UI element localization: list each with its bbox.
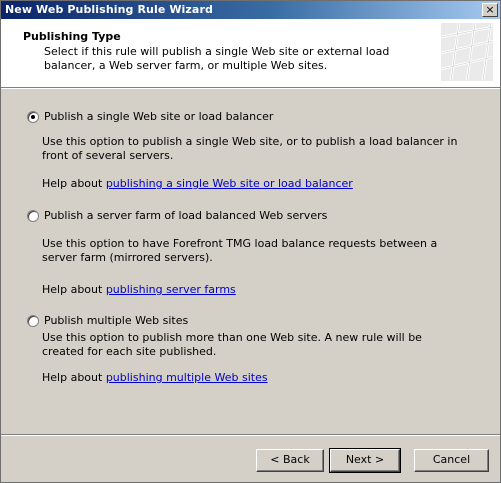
help-prefix: Help about [42,283,106,296]
help-link-multiple-sites[interactable]: publishing multiple Web sites [106,371,268,384]
option-label: Publish multiple Web sites [44,314,189,327]
help-prefix: Help about [42,177,106,190]
page-title: Publishing Type [23,30,121,43]
cancel-button[interactable]: Cancel [414,449,489,472]
option-description: Use this option to have Forefront TMG lo… [42,237,438,264]
help-line: Help about publishing multiple Web sites [42,371,268,384]
help-link-server-farms[interactable]: publishing server farms [106,283,236,296]
help-link-single-site[interactable]: publishing a single Web site or load bal… [106,177,353,190]
close-button[interactable]: × [482,3,498,17]
option-label: Publish a server farm of load balanced W… [44,209,328,222]
page-description: Select if this rule will publish a singl… [44,45,390,72]
help-prefix: Help about [42,371,106,384]
wizard-window: New Web Publishing Rule Wizard × Publish… [0,0,501,483]
wizard-header: Publishing Type Select if this rule will… [1,19,500,87]
radio-single-site[interactable] [27,110,39,123]
help-line: Help about publishing server farms [42,283,236,296]
window-title: New Web Publishing Rule Wizard [5,3,213,16]
help-line: Help about publishing a single Web site … [42,177,353,190]
header-divider [1,87,500,89]
radio-multiple-sites[interactable] [27,314,39,327]
title-bar[interactable]: New Web Publishing Rule Wizard × [1,1,500,19]
option-multiple-sites[interactable]: Publish multiple Web sites [27,314,188,327]
option-description: Use this option to publish more than one… [42,331,422,358]
radio-server-farm[interactable] [27,209,39,222]
footer-divider [1,434,500,436]
next-button[interactable]: Next > [329,448,401,473]
back-button[interactable]: < Back [256,449,324,472]
option-description: Use this option to publish a single Web … [42,135,458,162]
option-single-site[interactable]: Publish a single Web site or load balanc… [27,110,273,123]
option-label: Publish a single Web site or load balanc… [44,110,274,123]
wizard-graphic-icon [441,23,493,81]
option-server-farm[interactable]: Publish a server farm of load balanced W… [27,209,327,222]
